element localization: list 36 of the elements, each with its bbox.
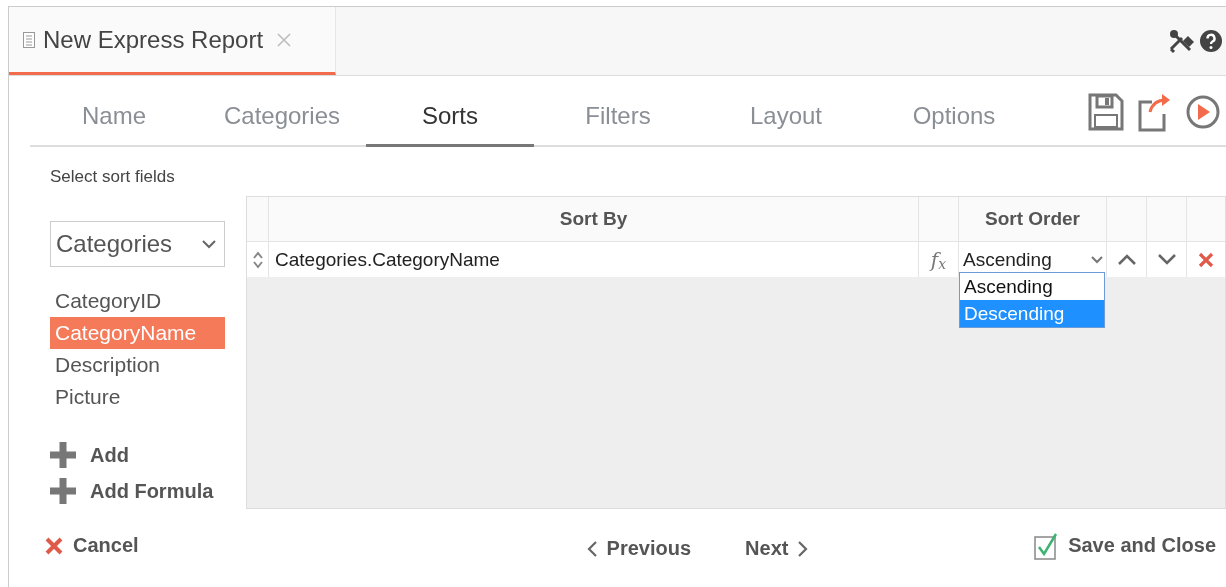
wizard-tab[interactable]: Sorts xyxy=(366,91,534,147)
section-heading: Select sort fields xyxy=(50,167,176,188)
dropdown-option[interactable]: Ascending xyxy=(960,273,1104,300)
table-cell: Categories.CategoryName xyxy=(268,242,918,277)
formula-button[interactable]: f$_{x}$ xyxy=(930,247,947,272)
save-and-close-button[interactable]: Save and Close xyxy=(1034,531,1216,560)
field-item[interactable]: Description xyxy=(50,349,225,381)
run-icon[interactable] xyxy=(1186,94,1220,129)
document-tab[interactable]: New Express Report xyxy=(9,7,336,75)
plus-icon xyxy=(50,442,76,468)
export-icon[interactable] xyxy=(1138,91,1172,132)
plus-icon xyxy=(50,478,76,504)
field-item[interactable]: CategoryID xyxy=(50,285,225,317)
add-button[interactable]: Add xyxy=(50,437,129,473)
save-icon[interactable] xyxy=(1088,92,1124,131)
move-down-icon[interactable] xyxy=(1157,254,1176,265)
move-up-icon[interactable] xyxy=(1117,254,1136,265)
sort-order-select[interactable]: Ascending xyxy=(959,248,1103,271)
tab-title: New Express Report xyxy=(43,25,264,54)
chevron-right-icon xyxy=(798,540,809,557)
drag-handle-icon[interactable] xyxy=(252,250,263,269)
chevron-left-icon xyxy=(586,540,597,557)
add-button[interactable]: Add Formula xyxy=(50,473,214,509)
checkbox-tick-icon xyxy=(1034,531,1059,560)
tools-icon[interactable] xyxy=(1168,28,1194,54)
field-item[interactable]: Picture xyxy=(50,381,225,413)
previous-button[interactable]: Previous xyxy=(586,537,692,560)
delete-icon[interactable] xyxy=(1198,251,1214,268)
chevron-down-icon xyxy=(202,239,216,249)
document-icon xyxy=(23,31,35,48)
help-icon[interactable] xyxy=(1200,30,1222,52)
table-select[interactable]: Categories xyxy=(50,221,225,267)
close-icon xyxy=(45,536,63,555)
cancel-button[interactable]: Cancel xyxy=(45,534,139,557)
next-button[interactable]: Next xyxy=(745,537,809,560)
chevron-down-icon xyxy=(1091,255,1103,264)
